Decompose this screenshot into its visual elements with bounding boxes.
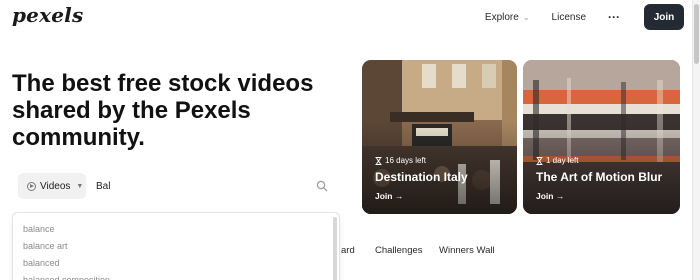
hero-title: The best free stock videos shared by the… (12, 70, 314, 151)
card-join-link[interactable]: Join → (536, 191, 564, 201)
page-scrollbar[interactable] (692, 0, 700, 280)
join-button[interactable]: Join (644, 4, 684, 30)
challenge-card-destination-italy[interactable]: 16 days left Destination Italy Join → (362, 60, 517, 214)
search-icon[interactable] (316, 180, 328, 192)
suggestion-item[interactable]: balance art (13, 238, 339, 255)
time-left-text: 16 days left (385, 156, 426, 165)
tab-winners-wall[interactable]: Winners Wall (439, 245, 495, 256)
explore-label: Explore (484, 11, 519, 23)
suggestion-item[interactable]: balanced composition (13, 272, 339, 280)
time-left: 1 day left (536, 156, 578, 165)
time-left-text: 1 day left (546, 156, 579, 165)
time-left: 16 days left (375, 156, 426, 165)
search-input[interactable] (96, 178, 296, 194)
scrollbar-thumb[interactable] (694, 4, 699, 64)
tab-leaderboard[interactable]: ard (341, 245, 355, 256)
search-bar: Videos ▼ (12, 170, 340, 202)
suggestion-item[interactable]: balance (13, 221, 339, 238)
media-type-select[interactable]: Videos ▼ (18, 173, 86, 199)
card-title: Destination Italy (375, 170, 468, 184)
license-link[interactable]: License (552, 12, 586, 23)
explore-menu[interactable]: Explore ⌄ (485, 12, 530, 23)
suggestion-item[interactable]: balanced (13, 255, 339, 272)
hourglass-icon (536, 156, 543, 165)
more-icon[interactable]: ··· (608, 10, 620, 24)
nav-bar: Explore ⌄ License ··· Join (485, 4, 684, 30)
chevron-down-icon: ▼ (76, 182, 84, 190)
suggestion-list: balance balance art balanced balanced co… (13, 213, 339, 280)
search-suggestions: balance balance art balanced balanced co… (12, 212, 340, 280)
chevron-down-icon: ⌄ (522, 12, 530, 22)
media-type-label: Videos (40, 180, 71, 192)
hourglass-icon (375, 156, 382, 165)
card-title: The Art of Motion Blur (536, 170, 663, 184)
play-icon (27, 181, 36, 191)
challenge-card-art-of-motion-blur[interactable]: 1 day left The Art of Motion Blur Join → (523, 60, 680, 214)
tab-challenges[interactable]: Challenges (375, 245, 423, 256)
card-join-link[interactable]: Join → (375, 191, 403, 201)
top-navigation: pexels Explore ⌄ License ··· Join (0, 0, 700, 36)
suggestions-scrollbar[interactable] (333, 217, 337, 280)
pexels-logo[interactable]: pexels (12, 3, 83, 27)
